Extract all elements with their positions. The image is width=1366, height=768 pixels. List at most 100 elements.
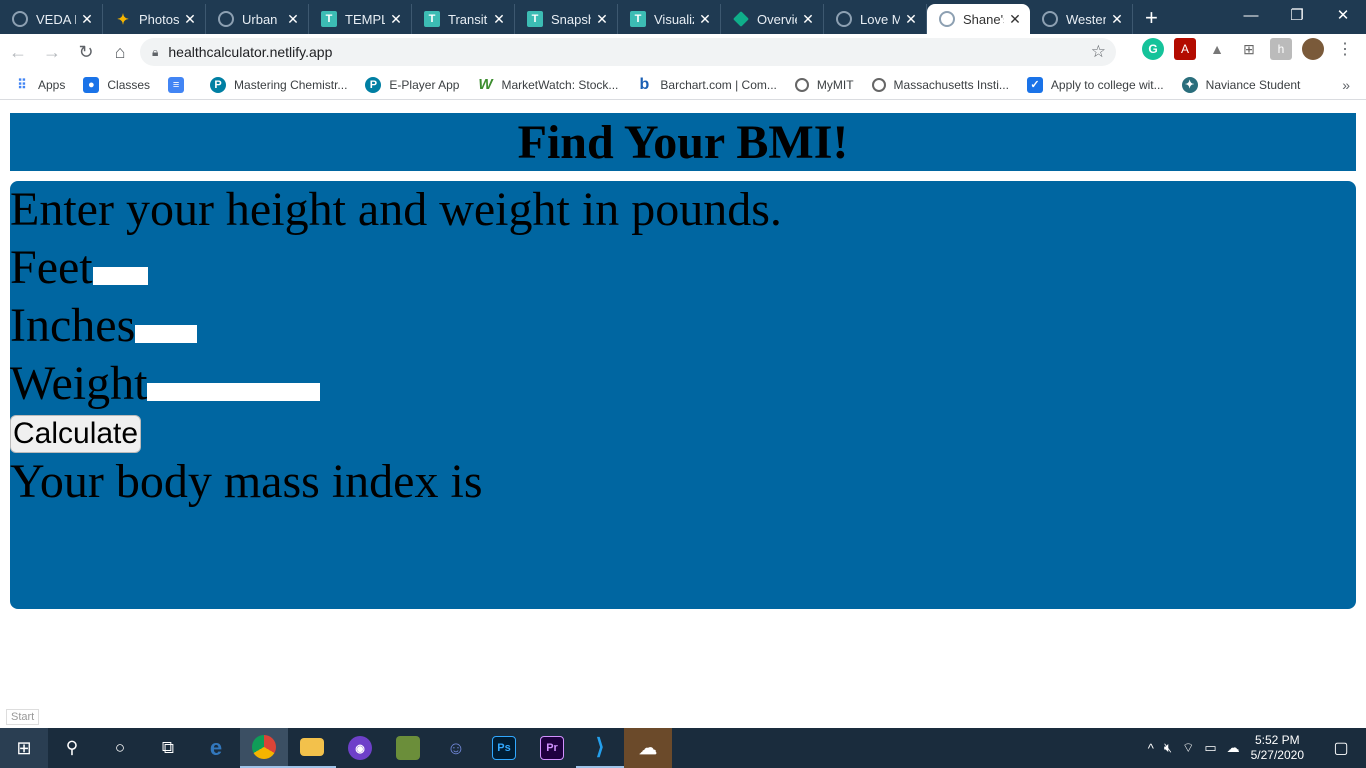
close-icon[interactable]: ✕ (389, 11, 403, 28)
reload-icon[interactable]: ↻ (70, 36, 102, 68)
barchart-icon: b (639, 75, 650, 93)
url-text: healthcalculator.netlify.app (168, 44, 333, 60)
marketwatch-icon: W (478, 76, 493, 93)
page-header: Find Your BMI! (10, 113, 1356, 171)
chrome-icon (252, 735, 276, 759)
extensions-area: G A ▲ ⊞ h ⋮ (1142, 38, 1356, 60)
bookmark-label: Apply to college wit... (1050, 77, 1164, 92)
back-arrow-icon[interactable]: ← (2, 36, 34, 68)
calculate-button[interactable]: Calculate (10, 415, 142, 453)
edge-app-button[interactable]: e (192, 728, 240, 768)
minecraft-app-button[interactable] (384, 728, 432, 768)
instructions-text: Enter your height and weight in pounds. (10, 183, 782, 236)
cloud-icon: ☁ (639, 737, 657, 758)
globe-icon (836, 11, 852, 27)
acrobat-icon[interactable]: A (1174, 38, 1196, 60)
close-icon[interactable]: ✕ (286, 11, 300, 28)
search-icon[interactable]: ⚲ (48, 728, 96, 768)
discord-app-button[interactable]: ☺ (432, 728, 480, 768)
photoshop-app-button[interactable]: Ps (480, 728, 528, 768)
chrome-app-button[interactable] (240, 728, 288, 768)
windows-start-icon[interactable]: ⊞ (0, 728, 48, 768)
bookmark-eplayer[interactable]: P E-Player App (365, 76, 460, 93)
bookmark-docs[interactable]: ≡ (168, 76, 192, 93)
bookmark-mymit[interactable]: MyMIT (794, 77, 854, 92)
bookmark-label: E-Player App (389, 77, 460, 92)
bookmark-star-icon[interactable]: ☆ (1091, 42, 1106, 62)
page-title: Find Your BMI! (517, 115, 849, 169)
bookmark-massachusetts[interactable]: Massachusetts Insti... (871, 77, 1009, 92)
feet-input[interactable] (92, 267, 148, 285)
close-icon[interactable]: ✕ (595, 11, 609, 28)
close-icon[interactable]: ✕ (492, 11, 506, 28)
chevron-double-right-icon[interactable]: » (1342, 77, 1350, 93)
tab-templ[interactable]: T TEMPL ✕ (309, 4, 412, 34)
pearson-icon: P (365, 76, 382, 93)
close-icon[interactable]: ✕ (1008, 11, 1022, 28)
docs-icon: ≡ (168, 76, 185, 93)
bookmark-classes[interactable]: ● Classes (83, 76, 151, 93)
github-desktop-app-button[interactable]: ◉ (336, 728, 384, 768)
tab-love[interactable]: Love M ✕ (824, 4, 927, 34)
home-icon[interactable]: ⌂ (104, 36, 136, 68)
extension-grid-icon[interactable]: ⊞ (1238, 38, 1260, 60)
close-icon[interactable]: ✕ (801, 11, 815, 28)
task-view-icon[interactable]: ⧉ (144, 728, 192, 768)
weight-input[interactable] (147, 383, 321, 401)
kebab-menu-icon[interactable]: ⋮ (1334, 38, 1356, 60)
minimize-icon[interactable]: — (1228, 0, 1274, 30)
tab-urban[interactable]: Urban I ✕ (206, 4, 309, 34)
close-icon[interactable]: ✕ (80, 11, 94, 28)
vscode-app-button[interactable]: ⟩ (576, 728, 624, 768)
bookmark-label: Classes (107, 77, 151, 92)
close-icon[interactable]: ✕ (904, 11, 918, 28)
bookmark-naviance[interactable]: ✦ Naviance Student (1181, 76, 1300, 93)
premiere-icon: Pr (540, 736, 564, 760)
close-icon[interactable]: ✕ (183, 11, 197, 28)
bookmark-marketwatch[interactable]: W MarketWatch: Stock... (477, 76, 618, 93)
clock[interactable]: 5:52 PM 5/27/2020 (1251, 733, 1304, 763)
inches-input[interactable] (135, 325, 198, 343)
globe-icon (871, 77, 886, 92)
chevron-up-icon[interactable]: ^ (1148, 741, 1154, 756)
tab-photos[interactable]: ✦ Photos ✕ (103, 4, 206, 34)
tab-visualiz[interactable]: T Visualiz✕ (618, 4, 721, 34)
minecraft-icon (396, 736, 420, 760)
browser-toolbar: ← → ↻ ⌂ 🔒︎ healthcalculator.netlify.app … (0, 34, 1366, 70)
close-icon[interactable]: ✕ (1110, 11, 1124, 28)
bookmark-mastering-chemistry[interactable]: P Mastering Chemistr... (210, 76, 348, 93)
onedrive-tray-icon[interactable]: ☁ (1227, 740, 1240, 756)
tab-snapsh[interactable]: T Snapsh ✕ (515, 4, 618, 34)
premiere-app-button[interactable]: Pr (528, 728, 576, 768)
drive-icon[interactable]: ▲ (1206, 38, 1228, 60)
t-logo-icon: T (527, 11, 543, 27)
cortana-icon[interactable]: ○ (96, 728, 144, 768)
tab-shanes[interactable]: Shane's✕ (927, 4, 1030, 34)
battery-icon[interactable]: ▭ (1204, 740, 1216, 756)
restore-icon[interactable]: ❐ (1274, 0, 1320, 30)
wifi-icon[interactable]: ⌔ (1182, 740, 1194, 756)
bookmark-apply[interactable]: ✓ Apply to college wit... (1026, 76, 1164, 93)
tab-transiti[interactable]: T Transiti ✕ (412, 4, 515, 34)
close-window-icon[interactable]: ✕ (1320, 0, 1366, 30)
new-tab-button[interactable]: + (1133, 4, 1170, 34)
bookmark-barchart[interactable]: b Barchart.com | Com... (636, 75, 777, 93)
tab-veda[interactable]: VEDA B✕ (0, 4, 103, 34)
tab-westen[interactable]: Westen ✕ (1030, 4, 1133, 34)
photoshop-icon: Ps (492, 736, 516, 760)
file-explorer-app-button[interactable] (288, 728, 336, 768)
bookmark-apps[interactable]: ⠿ Apps (14, 77, 65, 93)
grammarly-icon[interactable]: G (1142, 38, 1164, 60)
profile-avatar[interactable] (1302, 38, 1324, 60)
address-bar[interactable]: 🔒︎ healthcalculator.netlify.app ☆ (140, 38, 1116, 66)
tab-title: Overvie (757, 11, 797, 27)
extension-icon[interactable]: h (1270, 38, 1292, 60)
forward-arrow-icon[interactable]: → (36, 36, 68, 68)
speaker-muted-icon[interactable]: 🔇︎ (1164, 740, 1172, 756)
bookmark-label: Mastering Chemistr... (234, 77, 348, 92)
tab-overview[interactable]: Overvie✕ (721, 4, 824, 34)
notifications-icon[interactable]: ▢ (1321, 738, 1361, 758)
close-icon[interactable]: ✕ (698, 11, 712, 28)
bmi-result-text: Your body mass index is (10, 455, 483, 508)
onedrive-app-button[interactable]: ☁ (624, 728, 672, 768)
